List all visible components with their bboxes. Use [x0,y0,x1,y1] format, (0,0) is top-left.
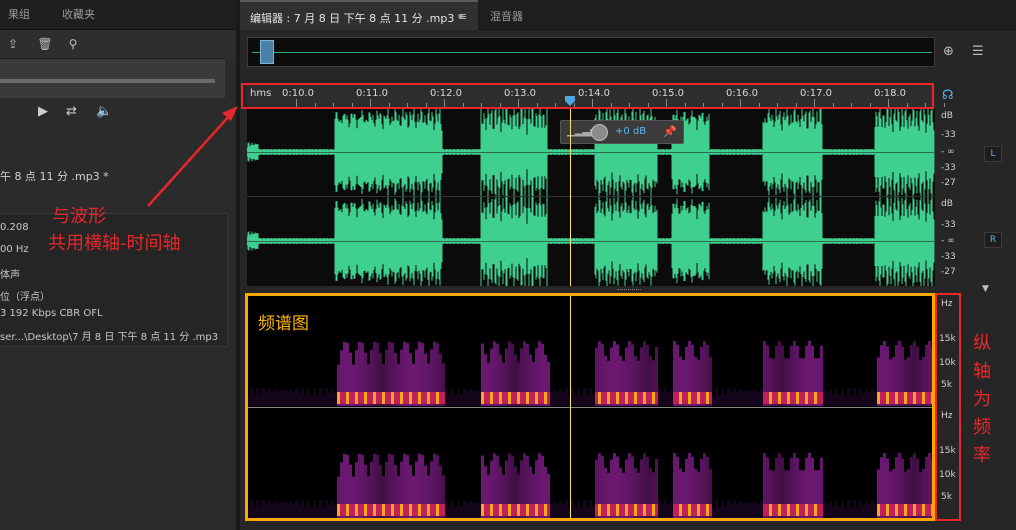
file-list-scrollbar[interactable] [0,79,215,83]
prop-sample-rate: 00 Hz [0,244,29,255]
frequency-annotation: 纵轴为频率 [973,333,991,466]
ruler-tick [943,103,945,107]
db-label: dB [941,199,953,209]
db-label: -33 [941,163,956,173]
frequency-axis-highlight-box [935,293,961,521]
pin-icon[interactable]: 📌 [663,125,677,138]
overview-waveform [252,52,932,53]
media-file-title: 午 8 点 11 分 .mp3 * [0,170,109,183]
channel-right-toggle[interactable]: R [984,232,1002,248]
gain-hud[interactable]: ▁▂▃▅ +0 dB 📌 [560,120,684,144]
db-label: - ∞ [941,147,955,157]
zoom-icon[interactable]: ⊕ [943,44,954,59]
list-icon[interactable]: ☰ [972,44,984,59]
editor-tab-label: 编辑器 : 7 月 8 日 下午 8 点 11 分 .mp3 * [250,12,464,25]
headphones-icon[interactable]: ☊ [942,88,954,103]
play-icon[interactable]: ▶ [38,104,48,119]
db-label: - ∞ [941,236,955,246]
prop-duration: 0.208 [0,222,29,233]
files-panel: 果组 收藏夹 ⇪ 🗑 ⚲ ▶ ⇄ 🔈 午 8 点 11 分 .mp3 * 0.2… [0,0,236,530]
app-window: 果组 收藏夹 ⇪ 🗑 ⚲ ▶ ⇄ 🔈 午 8 点 11 分 .mp3 * 0.2… [0,0,1016,530]
ruler-highlight-box [241,83,934,109]
db-label: -33 [941,252,956,262]
overview-navigator[interactable] [247,37,935,67]
gain-value: +0 dB [615,126,647,137]
overview-viewport-handle[interactable] [260,40,274,64]
channel-left-toggle[interactable]: L [984,146,1002,162]
files-toolbar: ⇪ 🗑 ⚲ [0,30,236,58]
tab-groups[interactable]: 果组 [0,0,38,30]
trash-icon[interactable]: 🗑 [36,36,54,52]
import-icon[interactable]: ⇪ [4,36,22,52]
file-list-row[interactable] [0,58,225,98]
prop-channels: 体声 [0,270,20,281]
waveform-display[interactable]: ▁▂▃▅ +0 dB 📌 [247,108,935,286]
waveform-centerline-r [247,241,935,242]
db-label: -33 [941,130,956,140]
db-label: -27 [941,178,956,188]
waveform-centerline-l [247,152,935,153]
db-scale: dB -33 - ∞ -33 -27 dB -33 - ∞ -33 -27 [935,108,967,286]
panel-menu-icon[interactable]: ≡ [458,10,467,23]
ruler-annotation-line1: 与波形 [52,206,106,227]
spectral-highlight-box [245,293,935,521]
chevron-down-icon[interactable]: ▼ [982,284,989,294]
db-label: -27 [941,267,956,277]
speaker-icon[interactable]: 🔈 [96,104,112,119]
prop-format: 3 192 Kbps CBR OFL [0,308,103,319]
spectral-annotation-title: 频谱图 [258,314,309,334]
ruler-annotation-line2: 共用横轴-时间轴 [48,233,181,254]
waveform-path [247,191,935,286]
tab-editor[interactable]: 编辑器 : 7 月 8 日 下午 8 点 11 分 .mp3 * ≡ [240,0,478,30]
tab-favorites[interactable]: 收藏夹 [54,0,103,30]
editor-tab-bar: 编辑器 : 7 月 8 日 下午 8 点 11 分 .mp3 * ≡ 混音器 [240,0,1016,30]
tab-mixer[interactable]: 混音器 [490,8,523,24]
playhead-line-wave [570,108,571,286]
loop-export-icon[interactable]: ⇄ [66,104,77,119]
left-tab-bar: 果组 收藏夹 [0,0,236,30]
gain-knob[interactable] [591,124,608,141]
db-label: dB [941,111,953,121]
splitter-grip[interactable] [617,289,641,291]
prop-bit-depth: 位（浮点） [0,292,50,303]
prop-path: ser...\Desktop\7 月 8 日 下午 8 点 11 分 .mp3 [0,332,219,343]
channel-separator [247,196,935,197]
db-label: -33 [941,220,956,230]
search-icon[interactable]: ⚲ [64,36,82,52]
preview-transport: ▶ ⇄ 🔈 [0,98,236,128]
